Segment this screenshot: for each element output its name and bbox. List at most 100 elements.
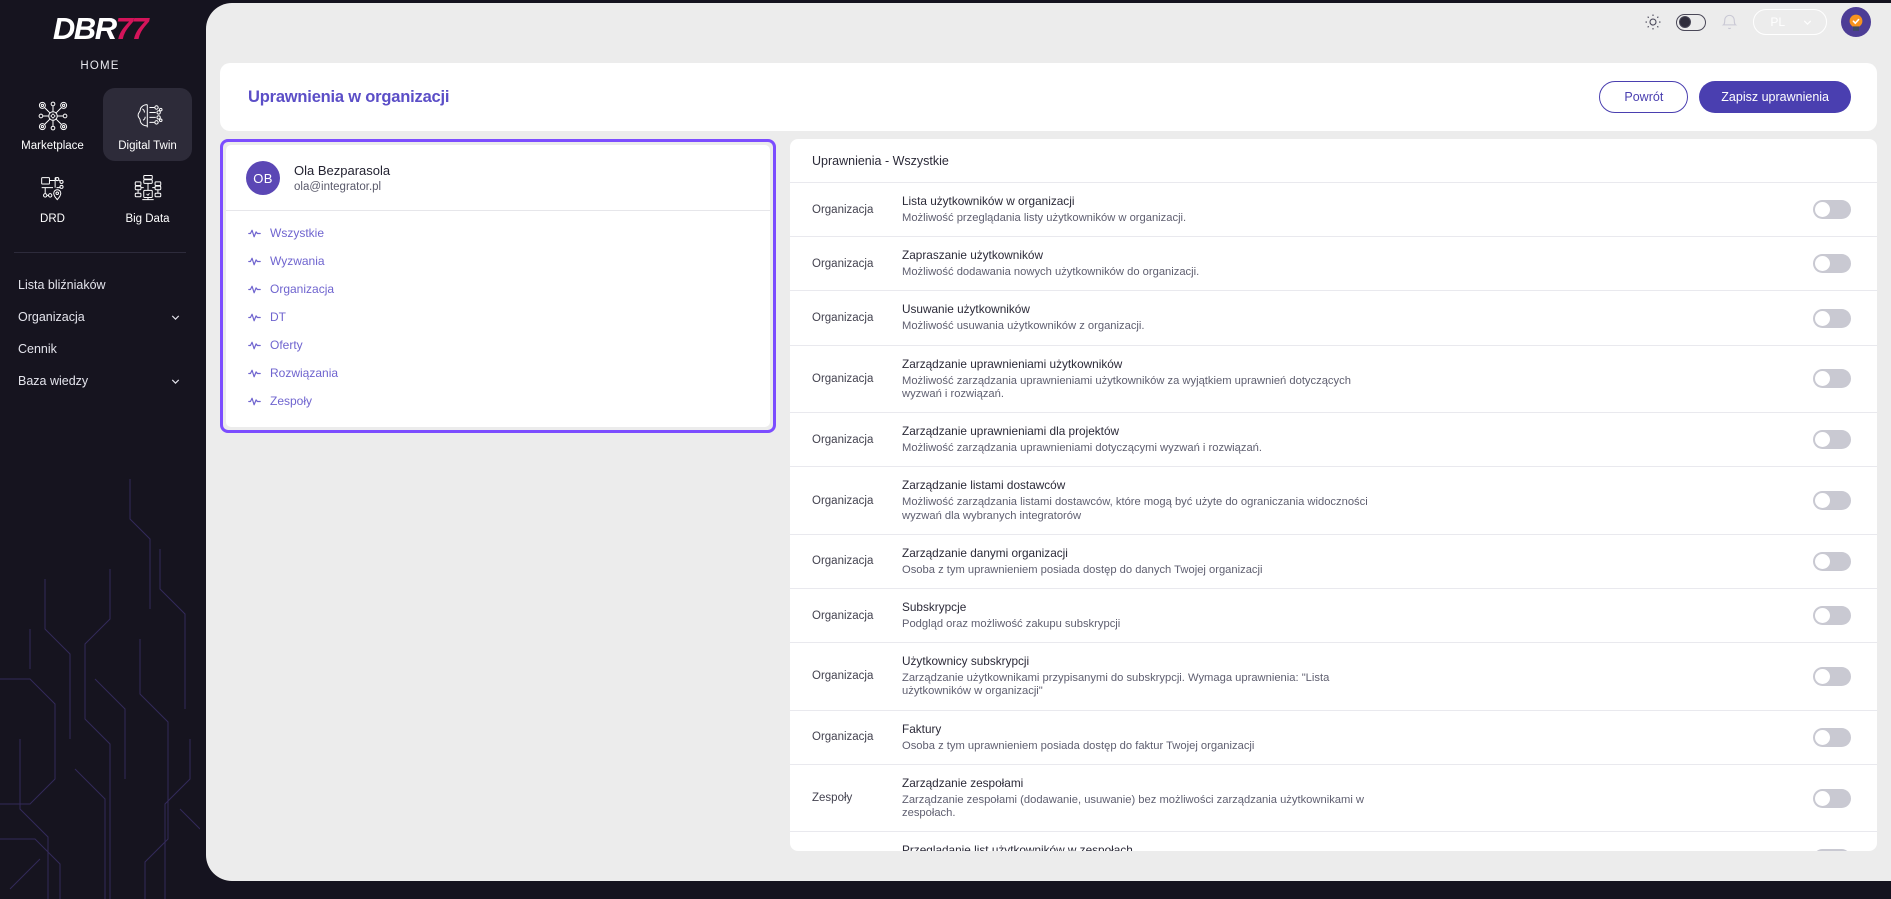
drd-flow-icon bbox=[36, 172, 70, 206]
permission-toggle-cell bbox=[1787, 551, 1877, 571]
permission-toggle-cell bbox=[1787, 369, 1877, 389]
user-avatar-lightbulb-check-icon bbox=[1849, 14, 1863, 31]
sidebar-item-baza-wiedzy[interactable]: Baza wiedzy bbox=[18, 365, 200, 397]
permission-toggle[interactable] bbox=[1813, 200, 1851, 220]
user-panel-highlight: OB Ola Bezparasola ola@integrator.pl Wsz… bbox=[220, 139, 776, 433]
category-item-rozwiazania[interactable]: Rozwiązania bbox=[226, 359, 770, 387]
permissions-panel-title: Uprawnienia - Wszystkie bbox=[812, 154, 949, 168]
user-initials-avatar: OB bbox=[246, 161, 280, 195]
permission-toggle[interactable] bbox=[1813, 369, 1851, 389]
page-header-card: Uprawnienia w organizacji Powrót Zapisz … bbox=[220, 63, 1877, 131]
user-name: Ola Bezparasola bbox=[294, 163, 391, 178]
permission-toggle[interactable] bbox=[1813, 491, 1851, 511]
sidebar-tile-marketplace[interactable]: Marketplace bbox=[8, 88, 97, 161]
permission-toggle[interactable] bbox=[1813, 788, 1851, 808]
permission-category: Organizacja bbox=[812, 609, 874, 622]
theme-toggle[interactable] bbox=[1676, 13, 1707, 31]
category-item-zespoly[interactable]: Zespoły bbox=[226, 387, 770, 415]
permission-toggle[interactable] bbox=[1813, 666, 1851, 686]
category-item-wyzwania[interactable]: Wyzwania bbox=[226, 247, 770, 275]
permission-toggle-knob bbox=[1815, 256, 1830, 272]
theme-toggle-knob bbox=[1679, 16, 1692, 28]
sun-icon[interactable] bbox=[1644, 13, 1662, 31]
home-label: HOME bbox=[80, 60, 120, 72]
language-select[interactable]: PL bbox=[1753, 9, 1827, 35]
permission-row: Organizacja Subskrypcje Podgląd oraz możli… bbox=[790, 587, 1877, 642]
permission-description: Możliwość przeglądania listy użytkownikó… bbox=[902, 212, 1187, 224]
sidebar-tile-digital-twin[interactable]: Digital Twin bbox=[103, 88, 192, 161]
permission-info: Subskrypcje Podgląd oraz możliwość zakupu… bbox=[902, 600, 1787, 631]
main-content-panel: Uprawnienia w organizacji Powrót Zapisz … bbox=[206, 3, 1891, 881]
permission-description: Możliwość zarządzania uprawnieniami użyt… bbox=[902, 374, 1351, 400]
permission-category: Organizacja bbox=[812, 555, 874, 568]
permissions-panel: Uprawnienia - Wszystkie Organizacja Lista… bbox=[790, 139, 1877, 851]
permission-description: Zarządzanie zespołami (dodawanie, usuwan… bbox=[902, 793, 1365, 820]
permission-name: Zarządzanie listami dostawców bbox=[902, 478, 1066, 493]
permission-info: Zapraszanie użytkowników Możliwość dodawa… bbox=[902, 248, 1787, 279]
category-item-oferty[interactable]: Oferty bbox=[226, 331, 770, 359]
permission-row: Organizacja Zapraszanie użytkowników Możli… bbox=[790, 236, 1877, 290]
chevron-down-icon bbox=[171, 314, 180, 320]
permission-toggle[interactable] bbox=[1813, 849, 1851, 851]
permission-toggle-knob bbox=[1815, 432, 1830, 448]
category-item-wszystkie[interactable]: Wszystkie bbox=[226, 219, 770, 247]
permission-toggle[interactable] bbox=[1813, 254, 1851, 274]
permission-toggle[interactable] bbox=[1813, 308, 1851, 328]
permission-name: Zarządzanie danymi organizacji bbox=[902, 545, 1068, 560]
permission-toggle-cell bbox=[1787, 200, 1877, 220]
permission-category: Organizacja bbox=[812, 494, 874, 507]
permission-name: Usuwanie użytkowników bbox=[902, 302, 1030, 317]
big-data-server-icon bbox=[131, 172, 165, 206]
permission-info: Zarządzanie danymi organizacji Osoba z ty… bbox=[902, 546, 1787, 577]
permission-toggle-knob bbox=[1815, 310, 1830, 326]
right-region: PL Uprawnienia w organizacji Powrót Zapi… bbox=[200, 0, 1891, 899]
back-button[interactable]: Powrót bbox=[1599, 81, 1689, 113]
category-item-label: Oferty bbox=[270, 338, 303, 352]
left-sidebar: DBR77 HOME Marketplace Digital Twin DRD … bbox=[0, 0, 200, 899]
app-root: DBR77 HOME Marketplace Digital Twin DRD … bbox=[0, 0, 1891, 899]
permission-toggle-cell bbox=[1787, 430, 1877, 450]
category-item-organizacja[interactable]: Organizacja bbox=[226, 275, 770, 303]
sidebar-tile-big-data[interactable]: Big Data bbox=[103, 161, 192, 234]
permission-description: Zarządzanie użytkownikami przypisanymi d… bbox=[902, 672, 1330, 698]
permission-row: Organizacja Usuwanie użytkowników Możliwoś… bbox=[790, 290, 1877, 344]
sidebar-divider bbox=[14, 252, 186, 253]
permission-description: Możliwość dodawania nowych użytkowników … bbox=[902, 266, 1200, 279]
permission-toggle-cell bbox=[1787, 666, 1877, 686]
pulse-activity-icon bbox=[248, 341, 261, 349]
permission-toggle[interactable] bbox=[1813, 727, 1851, 747]
pulse-activity-icon bbox=[248, 313, 261, 321]
permission-toggle[interactable] bbox=[1813, 606, 1851, 626]
sidebar-item-organizacja[interactable]: Organizacja bbox=[18, 301, 200, 333]
permission-row: Organizacja Użytkownicy subskrypcji Zarząd… bbox=[790, 642, 1877, 709]
permissions-list: Organizacja Lista użytkowników w organiza… bbox=[790, 182, 1877, 851]
permission-toggle[interactable] bbox=[1813, 551, 1851, 571]
avatar[interactable] bbox=[1841, 7, 1871, 37]
category-item-dt[interactable]: DT bbox=[226, 303, 770, 331]
sidebar-tile-drd[interactable]: DRD bbox=[8, 161, 97, 234]
sidebar-item-cennik[interactable]: Cennik bbox=[18, 333, 200, 365]
bell-icon[interactable] bbox=[1720, 13, 1739, 32]
brand-logo[interactable]: DBR77 bbox=[0, 0, 200, 47]
permission-row: Zespoły Zarządzanie zespołami Zarządzanie … bbox=[790, 763, 1877, 831]
permission-name: Użytkownicy subskrypcji bbox=[902, 654, 1030, 669]
marketplace-network-icon bbox=[36, 99, 70, 133]
sidebar-item-lista-blizniakow[interactable]: Lista bliźniaków bbox=[18, 269, 200, 301]
permission-category: Organizacja bbox=[812, 731, 874, 744]
permission-info: Zarządzanie listami dostawców Możliwość z… bbox=[902, 478, 1787, 522]
permission-toggle[interactable] bbox=[1813, 430, 1851, 450]
permission-info: Usuwanie użytkowników Możliwość usuwania … bbox=[902, 302, 1787, 333]
permission-name: Zarządzanie zespołami bbox=[902, 775, 1024, 790]
page-header-actions: Powrót Zapisz uprawnienia bbox=[1599, 81, 1851, 113]
save-permissions-button[interactable]: Zapisz uprawnienia bbox=[1699, 81, 1851, 113]
permission-toggle-knob bbox=[1815, 202, 1830, 218]
user-panel: OB Ola Bezparasola ola@integrator.pl Wsz… bbox=[226, 145, 770, 427]
permission-description: Podgląd oraz możliwość zakupu subskrypcj… bbox=[902, 617, 1121, 630]
permission-info: Zarządzanie uprawnieniami dla projektów M… bbox=[902, 424, 1787, 455]
permission-toggle-knob bbox=[1815, 553, 1830, 569]
sidebar-tile-label: Marketplace bbox=[21, 140, 84, 152]
permission-row: Organizacja Zarządzanie danymi organizacj… bbox=[790, 533, 1877, 588]
user-summary: OB Ola Bezparasola ola@integrator.pl bbox=[226, 145, 770, 211]
permission-category: Organizacja bbox=[812, 203, 874, 216]
permission-row: Organizacja Zarządzanie uprawnieniami uży… bbox=[790, 344, 1877, 412]
